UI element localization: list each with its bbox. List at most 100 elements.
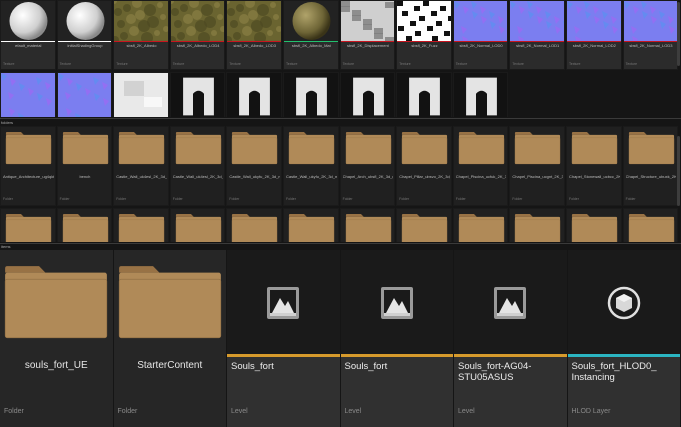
section-divider [0, 118, 681, 119]
asset-tile[interactable] [56, 72, 113, 117]
folder-type: Folder [116, 197, 127, 201]
hlod-icon [607, 286, 641, 325]
asset-type: Texture [569, 62, 581, 66]
large-asset-tile[interactable]: Souls_fort Level [340, 250, 453, 427]
folder-icon [175, 213, 222, 242]
items-section-header[interactable]: items [1, 244, 11, 249]
asset-thumbnail [1, 73, 55, 117]
folder-tile[interactable] [622, 208, 679, 242]
folder-tile[interactable] [283, 208, 339, 242]
asset-tile[interactable]: sbsfl_2K_Albedo_Mat Texture [283, 0, 339, 70]
asset-type: HLOD Layer [571, 408, 611, 415]
folder-icon [288, 213, 335, 242]
folder-icon [5, 213, 52, 242]
asset-name: sbsfl_2K_Albedo_Mat [291, 43, 331, 48]
folder-tile[interactable]: Chapel_Stonewall_ucbcc_2K_3d_ms Folder [566, 126, 622, 206]
folders-section-header[interactable]: folders [1, 120, 13, 125]
folder-name: bench [79, 174, 91, 179]
asset-tile[interactable]: sbsfl_2K_Albedo_LOD3 Texture [226, 0, 282, 70]
folder-type: Folder [286, 197, 296, 201]
folder-type: Folder [3, 197, 13, 201]
asset-type-stripe [397, 41, 451, 42]
asset-tile[interactable] [113, 72, 169, 117]
asset-tile[interactable] [283, 72, 339, 117]
folder-tile[interactable]: Chapel_Structure_ubuxk_2K_3d_ms Folder [622, 126, 679, 206]
asset-thumbnail [227, 250, 340, 354]
asset-tile[interactable] [0, 72, 56, 117]
folder-tile[interactable]: Chapel_Piscina_ucgnt_2K_3d_ms Folder [509, 126, 565, 206]
folder-icon [401, 213, 448, 242]
asset-type-stripe [284, 41, 338, 42]
asset-tile[interactable]: sbsfl_2K_Normal_LOD0 Texture [452, 0, 509, 70]
asset-thumbnail [397, 73, 451, 117]
asset-name: Souls_fort [231, 361, 274, 372]
folder-tile[interactable]: bench Folder [56, 126, 113, 206]
folder-tile[interactable] [0, 208, 56, 242]
folder-name: Chapel_Piscina_ucgnt_2K_3d_ms [512, 174, 563, 179]
folder-icon [458, 213, 505, 242]
asset-thumbnail [340, 73, 395, 117]
asset-tile[interactable] [452, 72, 509, 117]
asset-name: sbsfl_2K_Albedo_LOD4 [176, 43, 220, 48]
folder-icon [345, 131, 392, 170]
large-asset-tile[interactable]: Souls_fort_HLOD0_ Instancing HLOD Layer [567, 250, 680, 427]
folder-name: Castle_Wall_ukyfu_2K_3d_ms [286, 174, 337, 179]
folder-tile[interactable]: Castle_Wall_ukyfu_2K_3d_ms Folder [226, 126, 282, 206]
asset-type-stripe [227, 41, 281, 42]
large-asset-tile[interactable]: Souls_fort Level [227, 250, 340, 427]
asset-tile[interactable]: sbsfl_2K_Displacement Texture [339, 0, 396, 70]
scrollbar[interactable] [677, 136, 680, 206]
folder-tile[interactable] [56, 208, 113, 242]
folder-tile[interactable] [509, 208, 565, 242]
asset-tile[interactable]: InitialShadingGroup Texture [56, 0, 113, 70]
asset-name: StarterContent [137, 360, 203, 371]
folder-tile[interactable] [169, 208, 226, 242]
folder-icon [628, 213, 675, 242]
asset-thumbnail [510, 1, 564, 41]
folder-icon [514, 131, 561, 170]
asset-name: Souls_fort_HLOD0_ Instancing [571, 361, 657, 383]
asset-tile[interactable]: sbsfl_2K_Fuzz Texture [396, 0, 452, 70]
folder-tile[interactable]: Chapel_Piscina_ucfuk_2K_3d_ms Folder [452, 126, 509, 206]
folder-tile[interactable]: Castle_Wall_uk4esl_2K_3d_ms Folder [169, 126, 226, 206]
asset-tile[interactable]: sbsfl_2K_Normal_LOD1 Texture [509, 0, 565, 70]
asset-tile[interactable]: sbsfl_2K_Albedo Texture [113, 0, 169, 70]
asset-tile[interactable]: sbsfl_2K_Normal_LOD2 Texture [566, 0, 622, 70]
folder-tile[interactable]: Castle_Wall_uk4esl_2K_3d_ms Folder [113, 126, 169, 206]
asset-grid-textures: efault_material Texture InitialShadingGrou… [0, 0, 681, 117]
folder-type: Folder [512, 197, 523, 201]
asset-grid-folders: Antique_Architecture_ug4qkfdv_2K_3d_ms Fo… [0, 126, 681, 242]
level-icon [266, 286, 300, 325]
asset-tile[interactable]: sbsfl_2K_Albedo_LOD4 Texture [169, 0, 226, 70]
folder-tile[interactable] [396, 208, 452, 242]
asset-type: Texture [625, 62, 638, 66]
asset-type-stripe [567, 41, 621, 42]
asset-type: Level [344, 408, 362, 415]
asset-name: sbsfl_2K_Normal_LOD0 [459, 43, 503, 48]
folder-tile[interactable] [452, 208, 509, 242]
folder-type: Folder [399, 197, 410, 201]
folder-icon [345, 213, 392, 242]
asset-tile[interactable]: efault_material Texture [0, 0, 56, 70]
asset-thumbnail [57, 73, 112, 117]
asset-tile[interactable] [226, 72, 282, 117]
asset-thumbnail [170, 73, 225, 117]
asset-tile[interactable] [396, 72, 452, 117]
large-asset-tile[interactable]: Souls_fort-AG04-STU05ASUS Level [454, 250, 567, 427]
asset-thumbnail [227, 73, 281, 117]
folder-tile[interactable] [226, 208, 282, 242]
folder-tile[interactable]: Antique_Architecture_ug4qkfdv_2K_3d_ms Fo… [0, 126, 56, 206]
large-asset-tile[interactable]: souls_fort_UE Folder [0, 250, 113, 427]
folder-tile[interactable]: Chapel_Arch_ubsfl_2K_3d_ms Folder [339, 126, 396, 206]
folder-tile[interactable] [566, 208, 622, 242]
folder-tile[interactable] [339, 208, 396, 242]
folder-tile[interactable]: Castle_Wall_ukyfu_2K_3d_ms Folder [283, 126, 339, 206]
asset-type-stripe [454, 354, 567, 357]
scrollbar[interactable] [677, 2, 680, 66]
asset-tile[interactable]: sbsfl_2K_Normal_LOD3 Texture [622, 0, 679, 70]
asset-tile[interactable] [169, 72, 226, 117]
asset-tile[interactable] [339, 72, 396, 117]
large-asset-tile[interactable]: StarterContent Folder [113, 250, 226, 427]
folder-tile[interactable]: Chapel_Pillar_ubsvo_2K_3d_ms Folder [396, 126, 452, 206]
folder-tile[interactable] [113, 208, 169, 242]
